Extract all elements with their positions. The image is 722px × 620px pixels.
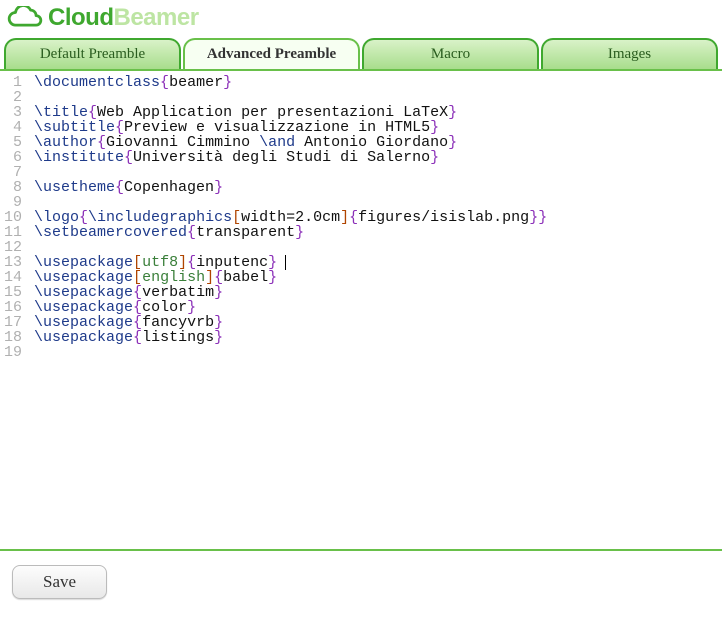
line-number: 19 [4, 345, 22, 360]
code-line[interactable]: \usepackage{listings} [34, 330, 722, 345]
tab-advanced-preamble[interactable]: Advanced Preamble [183, 38, 360, 69]
code-line[interactable]: \documentclass{beamer} [34, 75, 722, 90]
code-line[interactable] [34, 165, 722, 180]
code-line[interactable]: \usepackage{fancyvrb} [34, 315, 722, 330]
code-line[interactable]: \usepackage{color} [34, 300, 722, 315]
line-number: 4 [4, 120, 22, 135]
line-gutter: 12345678910111213141516171819 [0, 71, 28, 549]
header: CloudBeamer [0, 0, 722, 36]
line-number: 14 [4, 270, 22, 285]
save-button[interactable]: Save [12, 565, 107, 599]
line-number: 1 [4, 75, 22, 90]
line-number: 18 [4, 330, 22, 345]
code-line[interactable]: \usetheme{Copenhagen} [34, 180, 722, 195]
code-line[interactable]: \author{Giovanni Cimmino \and Antonio Gi… [34, 135, 722, 150]
logo-text: CloudBeamer [48, 4, 199, 32]
code-line[interactable] [34, 345, 722, 360]
app-logo: CloudBeamer [6, 4, 716, 32]
line-number: 9 [4, 195, 22, 210]
line-number: 5 [4, 135, 22, 150]
code-line[interactable] [34, 195, 722, 210]
cloud-icon [6, 6, 44, 30]
bottom-bar: Save [0, 551, 722, 613]
line-number: 7 [4, 165, 22, 180]
code-line[interactable]: \institute{Università degli Studi di Sal… [34, 150, 722, 165]
code-line[interactable]: \title{Web Application per presentazioni… [34, 105, 722, 120]
tab-default-preamble[interactable]: Default Preamble [4, 38, 181, 69]
line-number: 17 [4, 315, 22, 330]
editor-container: 12345678910111213141516171819 \documentc… [0, 69, 722, 551]
tab-images[interactable]: Images [541, 38, 718, 69]
code-line[interactable]: \usepackage{verbatim} [34, 285, 722, 300]
tab-macro[interactable]: Macro [362, 38, 539, 69]
line-number: 13 [4, 255, 22, 270]
line-number: 3 [4, 105, 22, 120]
code-line[interactable]: \logo{\includegraphics[width=2.0cm]{figu… [34, 210, 722, 225]
text-cursor [285, 255, 286, 270]
line-number: 2 [4, 90, 22, 105]
tab-bar: Default PreambleAdvanced PreambleMacroIm… [0, 38, 722, 69]
line-number: 6 [4, 150, 22, 165]
code-area[interactable]: \documentclass{beamer} \title{Web Applica… [28, 71, 722, 549]
code-line[interactable] [34, 240, 722, 255]
code-line[interactable]: \subtitle{Preview e visualizzazione in H… [34, 120, 722, 135]
code-line[interactable]: \usepackage[english]{babel} [34, 270, 722, 285]
line-number: 12 [4, 240, 22, 255]
line-number: 11 [4, 225, 22, 240]
code-line[interactable] [34, 90, 722, 105]
code-line[interactable]: \setbeamercovered{transparent} [34, 225, 722, 240]
code-line[interactable]: \usepackage[utf8]{inputenc} [34, 255, 722, 270]
code-editor[interactable]: 12345678910111213141516171819 \documentc… [0, 71, 722, 549]
line-number: 15 [4, 285, 22, 300]
line-number: 8 [4, 180, 22, 195]
line-number: 16 [4, 300, 22, 315]
line-number: 10 [4, 210, 22, 225]
